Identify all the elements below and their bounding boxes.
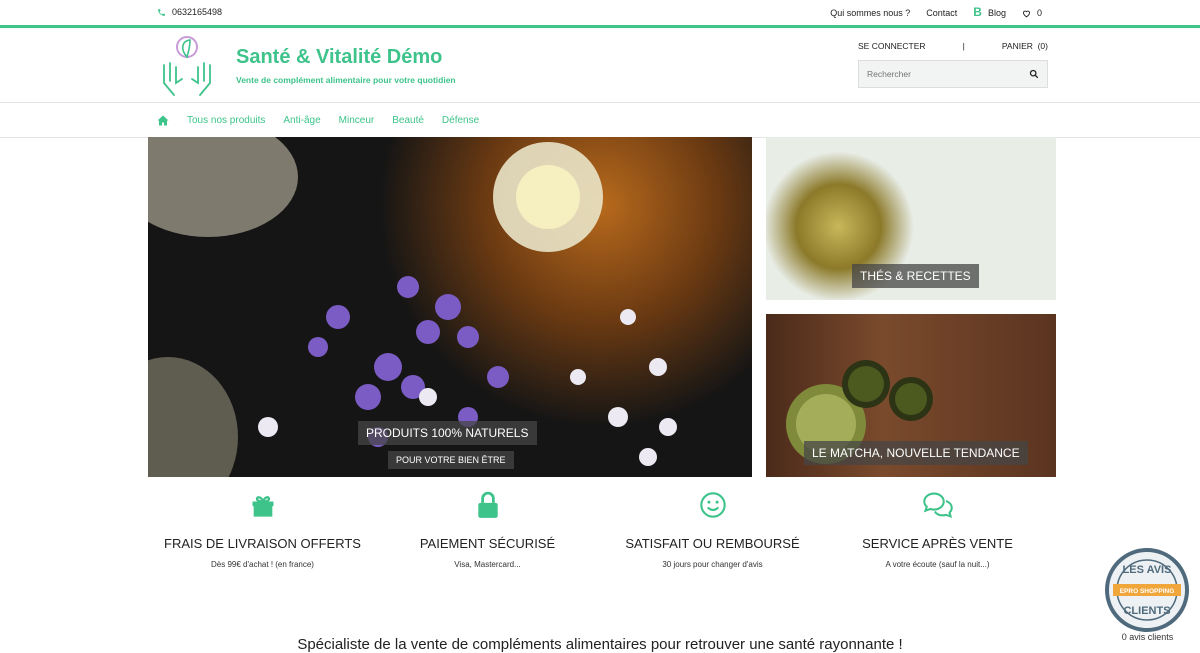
nav-anti-age[interactable]: Anti-âge xyxy=(283,115,320,126)
top-bar: 0632165498 Qui sommes nous ? Contact B B… xyxy=(0,0,1200,28)
main-nav: Tous nos produits Anti-âge Minceur Beaut… xyxy=(0,103,1200,138)
wishlist-count: 0 xyxy=(1036,8,1042,18)
feature-support: SERVICE APRÈS VENTE A votre écoute (sauf… xyxy=(825,488,1050,569)
main-banner-subtitle: POUR VOTRE BIEN ÊTRE xyxy=(388,451,514,469)
banner-section: PRODUITS 100% NATURELS POUR VOTRE BIEN Ê… xyxy=(148,137,1056,477)
feature-title: FRAIS DE LIVRAISON OFFERTS xyxy=(164,536,361,551)
nav-all-products[interactable]: Tous nos produits xyxy=(187,115,265,126)
badge-mid-text: EPRO SHOPPING xyxy=(1120,588,1175,595)
main-banner[interactable]: PRODUITS 100% NATURELS POUR VOTRE BIEN Ê… xyxy=(148,137,752,477)
features-row: FRAIS DE LIVRAISON OFFERTS Dès 99€ d'ach… xyxy=(150,488,1050,569)
home-icon[interactable] xyxy=(157,115,169,126)
account-separator: | xyxy=(962,41,965,51)
chat-icon xyxy=(922,492,953,519)
cart-link[interactable]: PANIER (0) xyxy=(1002,41,1048,51)
nav-beaute[interactable]: Beauté xyxy=(392,115,424,126)
blog-link[interactable]: B Blog xyxy=(973,5,1006,19)
tea-banner[interactable]: THÉS & RECETTES xyxy=(766,137,1056,300)
matcha-banner-title: LE MATCHA, NOUVELLE TENDANCE xyxy=(804,441,1028,465)
feature-title: SERVICE APRÈS VENTE xyxy=(862,536,1013,551)
brand-subtitle: Vente de complément alimentaire pour vot… xyxy=(236,75,456,85)
feature-refund: SATISFAIT OU REMBOURSÉ 30 jours pour cha… xyxy=(600,488,825,569)
gift-icon xyxy=(252,496,273,517)
feature-subtitle: Dès 99€ d'achat ! (en france) xyxy=(211,560,314,569)
phone-number: 0632165498 xyxy=(172,7,223,17)
feature-payment: PAIEMENT SÉCURISÉ Visa, Mastercard... xyxy=(375,488,600,569)
site-header: Santé & Vitalité Démo Vente de complémen… xyxy=(0,28,1200,103)
blog-icon: B xyxy=(973,5,982,19)
lock-icon xyxy=(477,491,498,518)
feature-subtitle: A votre écoute (sauf la nuit...) xyxy=(885,560,990,569)
about-link[interactable]: Qui sommes nous ? xyxy=(830,8,910,18)
feature-title: SATISFAIT OU REMBOURSÉ xyxy=(625,536,800,551)
search-box xyxy=(858,60,1048,88)
heart-icon xyxy=(1023,10,1030,17)
matcha-banner[interactable]: LE MATCHA, NOUVELLE TENDANCE xyxy=(766,314,1056,477)
search-icon[interactable] xyxy=(1029,69,1039,79)
feature-subtitle: 30 jours pour changer d'avis xyxy=(662,560,763,569)
nav-minceur[interactable]: Minceur xyxy=(339,115,375,126)
smile-icon xyxy=(699,492,726,518)
feature-title: PAIEMENT SÉCURISÉ xyxy=(419,536,556,551)
phone-icon xyxy=(158,8,165,16)
badge-bottom-text: CLIENTS xyxy=(1123,605,1170,617)
feature-subtitle: Visa, Mastercard... xyxy=(454,560,521,569)
account-bar: SE CONNECTER | PANIER (0) xyxy=(858,41,1048,51)
brand-title[interactable]: Santé & Vitalité Démo xyxy=(236,46,442,69)
phone-contact[interactable]: 0632165498 xyxy=(157,7,222,17)
tagline: Spécialiste de la vente de compléments a… xyxy=(297,636,903,653)
nav-defense[interactable]: Défense xyxy=(442,115,479,126)
wishlist-link[interactable]: 0 xyxy=(1022,8,1042,18)
tea-banner-title: THÉS & RECETTES xyxy=(852,264,979,288)
badge-top-text: LES AVIS xyxy=(1123,564,1172,576)
brand-logo[interactable] xyxy=(160,35,214,97)
main-banner-title: PRODUITS 100% NATURELS xyxy=(358,421,537,445)
feature-shipping: FRAIS DE LIVRAISON OFFERTS Dès 99€ d'ach… xyxy=(150,488,375,569)
search-input[interactable] xyxy=(867,69,1029,79)
reviews-count[interactable]: 0 avis clients xyxy=(1110,632,1185,642)
contact-link[interactable]: Contact xyxy=(926,8,957,18)
blog-label: Blog xyxy=(987,8,1006,18)
login-link[interactable]: SE CONNECTER xyxy=(858,41,926,51)
reviews-badge[interactable]: LES AVIS EPRO SHOPPING CLIENTS xyxy=(1105,548,1189,632)
